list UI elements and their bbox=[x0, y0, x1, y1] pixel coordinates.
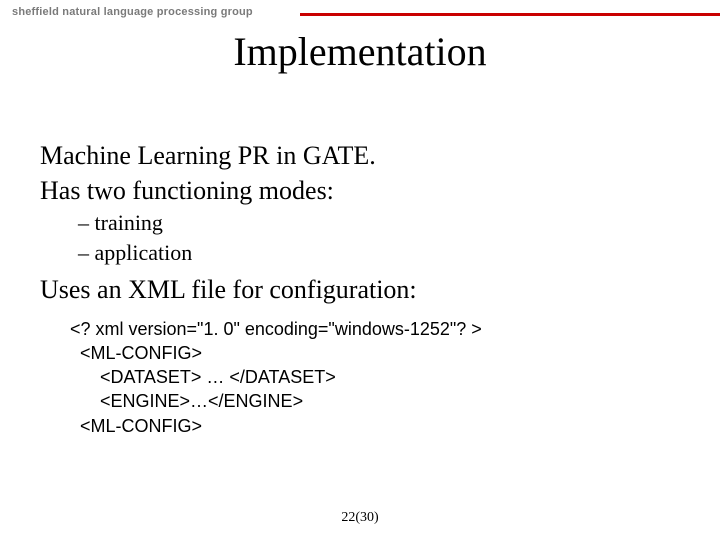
xml-block: <? xml version="1. 0" encoding="windows-… bbox=[40, 317, 690, 438]
body-subline: – training bbox=[40, 209, 690, 237]
header-rule bbox=[300, 13, 720, 16]
slide: sheffield natural language processing gr… bbox=[0, 0, 720, 540]
xml-line: <ML-CONFIG> bbox=[70, 341, 690, 365]
page-number: 22(30) bbox=[0, 510, 720, 526]
body-line: Has two functioning modes: bbox=[40, 175, 690, 208]
body-subline: – application bbox=[40, 239, 690, 267]
body-line: Uses an XML file for configuration: bbox=[40, 274, 690, 307]
header-brand: sheffield natural language processing gr… bbox=[12, 6, 253, 18]
xml-line: <DATASET> … </DATASET> bbox=[70, 365, 690, 389]
xml-line: <? xml version="1. 0" encoding="windows-… bbox=[70, 317, 690, 341]
page-title: Implementation bbox=[0, 28, 720, 75]
xml-line: <ENGINE>…</ENGINE> bbox=[70, 389, 690, 413]
body-content: Machine Learning PR in GATE. Has two fun… bbox=[40, 140, 690, 438]
xml-line: <ML-CONFIG> bbox=[70, 414, 690, 438]
body-line: Machine Learning PR in GATE. bbox=[40, 140, 690, 173]
